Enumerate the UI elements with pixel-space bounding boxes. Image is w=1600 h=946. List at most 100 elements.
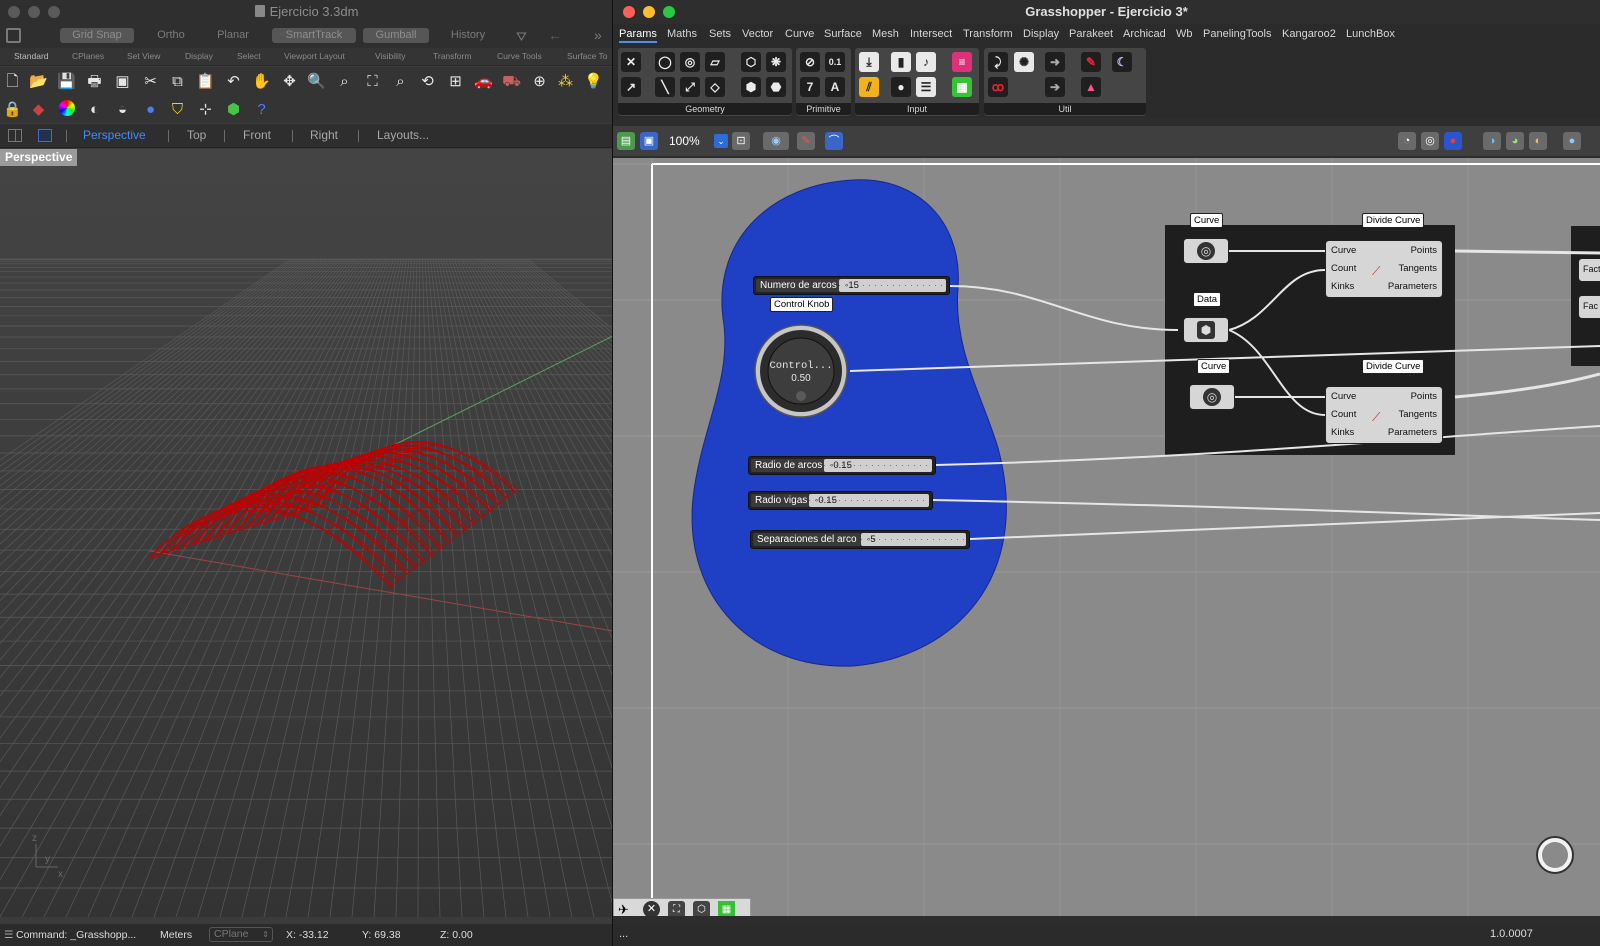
data-param[interactable]: ⬢ bbox=[1183, 317, 1229, 343]
ortho-toggle[interactable]: Ortho bbox=[146, 28, 196, 43]
new-document-icon[interactable]: ▤ bbox=[617, 132, 635, 150]
sketch-icon[interactable]: ✎ bbox=[797, 132, 815, 150]
planar-toggle[interactable]: Planar bbox=[207, 28, 259, 43]
grasshopper-bug-icon[interactable]: ✈ bbox=[618, 902, 629, 916]
offscreen-component[interactable]: Fact bbox=[1578, 258, 1600, 282]
tab-parakeet[interactable]: Parakeet bbox=[1069, 28, 1113, 40]
layer-icon[interactable]: ◆ bbox=[29, 100, 48, 119]
arc-param-icon[interactable]: ⤢ bbox=[680, 77, 700, 97]
tab-wb[interactable]: Wb bbox=[1176, 28, 1193, 40]
new-file-icon[interactable]: 🗋 bbox=[3, 72, 22, 91]
command-list-icon[interactable]: ☰ bbox=[4, 929, 13, 941]
blue-group[interactable] bbox=[691, 179, 1007, 667]
toolbar-tab-standard[interactable]: Standard bbox=[14, 51, 49, 61]
tab-params[interactable]: Params bbox=[619, 28, 657, 43]
named-view-icon[interactable]: ⟲ bbox=[418, 72, 437, 91]
scribble-icon[interactable]: ✎ bbox=[1081, 52, 1101, 72]
tab-vector[interactable]: Vector bbox=[742, 28, 773, 40]
curve-param-icon[interactable]: ◎ bbox=[680, 52, 700, 72]
render-car-icon[interactable]: 🚗 bbox=[474, 72, 493, 91]
tab-maths[interactable]: Maths bbox=[667, 28, 697, 40]
panel-icon[interactable]: ☰ bbox=[916, 77, 936, 97]
tab-mesh[interactable]: Mesh bbox=[872, 28, 899, 40]
output-parameters[interactable]: Parameters bbox=[1388, 281, 1437, 292]
cherry-icon[interactable]: ꝏ bbox=[988, 77, 1008, 97]
tab-front[interactable]: Front bbox=[243, 128, 271, 142]
brep-param-icon[interactable]: ⬡ bbox=[741, 52, 761, 72]
toolbar-tab-visibility[interactable]: Visibility bbox=[375, 51, 406, 61]
tab-intersect[interactable]: Intersect bbox=[910, 28, 952, 40]
tab-display[interactable]: Display bbox=[1023, 28, 1059, 40]
input-panel-label[interactable]: Input bbox=[855, 103, 979, 115]
tab-layouts[interactable]: Layouts... bbox=[377, 128, 429, 142]
swatch-green-icon[interactable]: ▦ bbox=[718, 901, 735, 916]
slider-track[interactable]: ◦0.15 bbox=[809, 494, 929, 507]
slider-track[interactable]: ◦0.15 bbox=[824, 459, 932, 472]
viewport-title[interactable]: Perspective bbox=[0, 149, 78, 166]
remote-control-dial[interactable] bbox=[1536, 836, 1574, 874]
zoom-extents-icon[interactable]: ⊡ bbox=[732, 132, 750, 150]
cone-icon[interactable]: ▲ bbox=[1081, 77, 1101, 97]
cluster-icon[interactable]: ✺ bbox=[1014, 52, 1034, 72]
relay-icon[interactable]: ➜ bbox=[1045, 52, 1065, 72]
tab-transform[interactable]: Transform bbox=[963, 28, 1013, 40]
toolbar-tab-select[interactable]: Select bbox=[237, 51, 261, 61]
mesh-param-icon[interactable]: ❋ bbox=[766, 52, 786, 72]
input-kinks[interactable]: Kinks bbox=[1331, 281, 1354, 292]
history-toggle[interactable]: History bbox=[440, 28, 496, 43]
viewport-grid-icon[interactable] bbox=[8, 129, 22, 142]
zoom-extents-icon[interactable]: ⛶ bbox=[363, 72, 382, 91]
slider-numero-de-arcos[interactable]: Numero de arcos ◦15 bbox=[753, 276, 950, 295]
jump-icon[interactable]: ⤸ bbox=[988, 52, 1008, 72]
points-icon[interactable]: ⁂ bbox=[556, 72, 575, 91]
swatch-icon[interactable]: ▦ bbox=[952, 77, 972, 97]
output-tangents[interactable]: Tangents bbox=[1398, 263, 1437, 274]
save-document-icon[interactable]: ▣ bbox=[640, 132, 658, 150]
help-icon[interactable]: ? bbox=[252, 100, 271, 119]
plane-param-icon[interactable]: ◇ bbox=[705, 77, 725, 97]
value-list-icon[interactable]: ♪ bbox=[916, 52, 936, 72]
clear-icon[interactable]: ✕ bbox=[643, 901, 660, 916]
save-icon[interactable]: 💾 bbox=[57, 72, 76, 91]
group-param-icon[interactable]: ⬣ bbox=[766, 77, 786, 97]
back-arrow-icon[interactable]: ← bbox=[548, 27, 562, 43]
units-label[interactable]: Meters bbox=[160, 929, 192, 941]
grasshopper-icon[interactable]: ⬢ bbox=[224, 100, 243, 119]
tab-kangaroo2[interactable]: Kangaroo2 bbox=[1282, 28, 1336, 40]
toolbar-tab-cplanes[interactable]: CPlanes bbox=[72, 51, 104, 61]
cplane-select[interactable]: CPlane ⇕ bbox=[209, 927, 273, 942]
moon-icon[interactable]: ☾ bbox=[1112, 52, 1132, 72]
pan-hand-icon[interactable]: ✋ bbox=[252, 72, 271, 91]
toolbar-tab-surface-tools[interactable]: Surface To bbox=[567, 51, 607, 61]
dial-icon[interactable]: ● bbox=[891, 77, 911, 97]
zoom-selected-icon[interactable]: ⌕ bbox=[391, 72, 410, 91]
toolbar-tab-curve-tools[interactable]: Curve Tools bbox=[497, 51, 542, 61]
gumball-axes-icon[interactable]: ⊹ bbox=[196, 100, 215, 119]
tab-archicad[interactable]: Archicad bbox=[1123, 28, 1166, 40]
import-icon[interactable]: ⤓ bbox=[859, 52, 879, 72]
osnap-icon[interactable]: ⊕ bbox=[530, 72, 549, 91]
rotate-view-icon[interactable]: ✥ bbox=[280, 72, 299, 91]
command-line[interactable]: Command: _Grasshopp... bbox=[16, 929, 136, 941]
util-panel-label[interactable]: Util bbox=[984, 103, 1146, 115]
slider-radio-vigas[interactable]: Radio vigas ◦0.15 bbox=[748, 491, 933, 510]
toggle-icon[interactable]: ▮ bbox=[891, 52, 911, 72]
grasshopper-canvas[interactable]: Control... 0.50 Numero de arcos ◦15 Radi… bbox=[613, 158, 1600, 916]
preview-eye-icon[interactable]: ◉ bbox=[763, 132, 789, 150]
render-wireframe-icon[interactable]: ⛟ bbox=[502, 72, 521, 91]
fit-icon[interactable]: ⛶ bbox=[668, 901, 685, 916]
vector-param-icon[interactable]: ↗ bbox=[621, 77, 641, 97]
input-count[interactable]: Count bbox=[1331, 409, 1356, 420]
four-views-icon[interactable]: ⊞ bbox=[446, 72, 465, 91]
input-count[interactable]: Count bbox=[1331, 263, 1356, 274]
input-kinks[interactable]: Kinks bbox=[1331, 427, 1354, 438]
number-param-icon[interactable]: 0.1 bbox=[825, 52, 845, 72]
sidebar-toggle-icon[interactable] bbox=[6, 28, 21, 43]
divide-curve-component[interactable]: Curve Count Kinks ⟋ Points Tangents Para… bbox=[1325, 240, 1443, 298]
display-icon-c[interactable]: ◐ bbox=[1529, 132, 1547, 150]
slider-track[interactable]: ◦15 bbox=[839, 279, 946, 292]
export-icon[interactable]: ▣ bbox=[113, 72, 132, 91]
output-points[interactable]: Points bbox=[1411, 245, 1437, 256]
tab-right[interactable]: Right bbox=[310, 128, 338, 142]
integer-param-icon[interactable]: 7 bbox=[800, 77, 820, 97]
